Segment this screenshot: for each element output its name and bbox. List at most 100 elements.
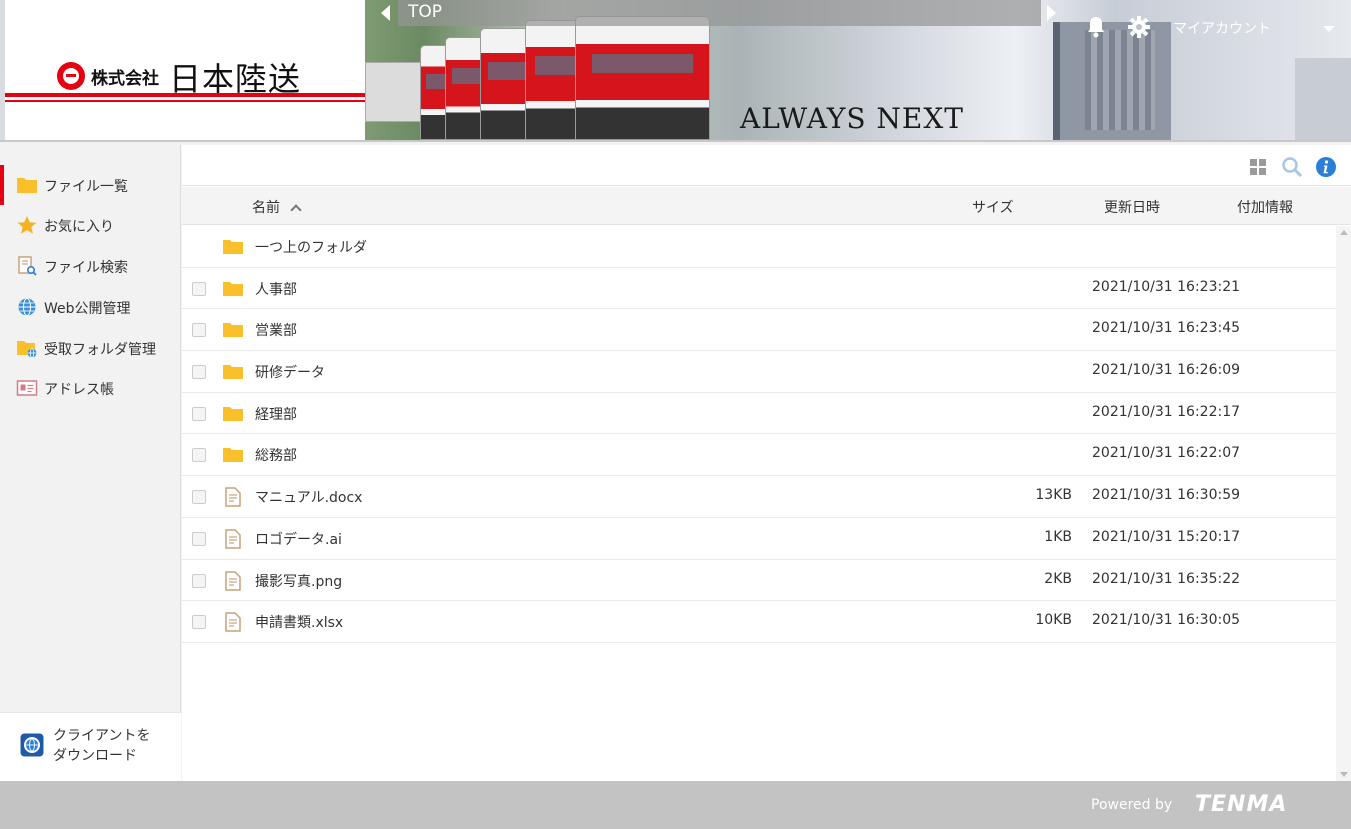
row-checkbox[interactable] <box>192 448 206 463</box>
breadcrumb-current: TOP <box>408 2 443 22</box>
row-checkbox[interactable] <box>192 573 206 588</box>
sidebar-item-web-publish[interactable]: Web公開管理 <box>0 287 181 327</box>
row-name: 申請書類.xlsx <box>255 615 344 632</box>
table-row[interactable]: 総務部 2021/10/31 16:22:07 <box>182 434 1336 477</box>
banner-trailer <box>365 62 423 122</box>
row-updated: 2021/10/31 16:22:07 <box>1092 445 1241 462</box>
row-checkbox[interactable] <box>192 531 206 546</box>
logo-mark-icon <box>57 62 85 90</box>
table-row[interactable]: 申請書類.xlsx 10KB 2021/10/31 16:30:05 <box>182 601 1336 643</box>
vertical-scrollbar[interactable] <box>1336 226 1351 781</box>
row-updated: 2021/10/31 16:30:59 <box>1092 487 1241 504</box>
sidebar-item-label: ファイル一覧 <box>44 179 128 195</box>
sidebar-item-label: アドレス帳 <box>44 382 114 398</box>
sidebar-item-file-search[interactable]: ファイル検索 <box>0 246 181 286</box>
column-size-header[interactable]: サイズ <box>972 197 1014 217</box>
column-extra-info-header[interactable]: 付加情報 <box>1237 197 1293 217</box>
row-name: 撮影写真.png <box>255 573 343 590</box>
file-icon <box>225 487 241 507</box>
row-name: 経理部 <box>255 406 297 423</box>
gear-icon[interactable] <box>1128 16 1150 38</box>
table-row[interactable]: 経理部 2021/10/31 16:22:17 <box>182 393 1336 435</box>
sort-ascending-icon <box>290 204 302 216</box>
scroll-down-arrow-icon[interactable] <box>1340 772 1348 777</box>
toolbar <box>182 145 1351 186</box>
powered-by-label: Powered by <box>1091 797 1173 813</box>
row-updated: 2021/10/31 16:23:45 <box>1092 320 1241 337</box>
sidebar-item-label: Web公開管理 <box>44 301 131 317</box>
folder-icon <box>223 406 243 421</box>
info-icon[interactable] <box>1315 156 1337 178</box>
column-name-label: 名前 <box>252 200 280 216</box>
parent-folder-row[interactable]: 一つ上のフォルダ <box>182 226 1336 268</box>
folder-icon <box>223 240 243 254</box>
row-name: ロゴデータ.ai <box>255 531 342 548</box>
sidebar-item-address-book[interactable]: アドレス帳 <box>0 368 181 408</box>
sidebar: ファイル一覧 お気に入り ファイル検索 Web公開管理 受取フォルダ管理 アドレ… <box>0 145 181 781</box>
row-updated: 2021/10/31 16:22:17 <box>1092 403 1241 420</box>
header-banner: ALWAYS NEXT TOP マイアカウント <box>365 0 1351 140</box>
receive-folder-icon <box>17 341 37 358</box>
column-updated-header[interactable]: 更新日時 <box>1104 197 1160 217</box>
folder-icon <box>223 365 243 380</box>
row-updated: 2021/10/31 16:35:22 <box>1092 570 1241 587</box>
table-row[interactable]: 撮影写真.png 2KB 2021/10/31 16:35:22 <box>182 560 1336 602</box>
row-checkbox[interactable] <box>192 281 206 296</box>
table-row[interactable]: マニュアル.docx 13KB 2021/10/31 16:30:59 <box>182 476 1336 518</box>
parent-folder-label: 一つ上のフォルダ <box>255 240 367 256</box>
row-updated: 2021/10/31 15:20:17 <box>1092 528 1241 545</box>
address-card-icon <box>16 380 38 396</box>
client-download-button[interactable]: クライアントを ダウンロード <box>0 712 181 781</box>
sidebar-item-label: ファイル検索 <box>44 260 128 276</box>
sidebar-item-receive-folder[interactable]: 受取フォルダ管理 <box>0 328 181 368</box>
grid-view-icon[interactable] <box>1247 156 1269 178</box>
row-checkbox[interactable] <box>192 406 206 421</box>
sidebar-item-favorites[interactable]: お気に入り <box>0 205 181 245</box>
banner-building-side <box>1295 58 1351 140</box>
row-name: マニュアル.docx <box>255 490 363 507</box>
breadcrumb[interactable]: TOP <box>398 0 1041 26</box>
file-search-icon <box>18 256 37 276</box>
search-icon[interactable] <box>1281 156 1303 178</box>
scroll-up-arrow-icon[interactable] <box>1340 230 1348 235</box>
column-name-header[interactable]: 名前 <box>252 197 302 217</box>
sidebar-item-label: 受取フォルダ管理 <box>44 342 156 358</box>
sidebar-item-label: お気に入り <box>44 219 114 235</box>
file-icon <box>225 612 241 632</box>
folder-icon <box>223 281 243 296</box>
banner-truck <box>575 16 710 140</box>
my-account-menu[interactable]: マイアカウント <box>1173 18 1271 38</box>
client-download-line2: ダウンロード <box>53 748 137 764</box>
row-checkbox[interactable] <box>192 365 206 380</box>
footer: Powered by TENMA <box>0 781 1351 829</box>
table-header: 名前 サイズ 更新日時 付加情報 <box>182 187 1351 225</box>
table-row[interactable]: 研修データ 2021/10/31 16:26:09 <box>182 351 1336 393</box>
row-checkbox[interactable] <box>192 615 206 630</box>
chevron-down-icon[interactable] <box>1323 26 1335 32</box>
row-name: 研修データ <box>255 365 325 382</box>
file-icon <box>225 529 241 549</box>
table-row[interactable]: 人事部 2021/10/31 16:23:21 <box>182 268 1336 310</box>
folder-icon <box>17 178 37 193</box>
table-row[interactable]: 営業部 2021/10/31 16:23:45 <box>182 309 1336 352</box>
globe-icon <box>18 298 36 316</box>
logo-prefix: 株式会社 <box>91 69 159 89</box>
row-name: 人事部 <box>255 281 297 298</box>
row-checkbox[interactable] <box>192 490 206 505</box>
row-name: 総務部 <box>255 448 297 465</box>
file-table-body: 一つ上のフォルダ 人事部 2021/10/31 16:23:21 営業部 2021/1… <box>182 226 1336 643</box>
path-back-arrow-icon[interactable] <box>381 5 390 21</box>
table-row[interactable]: ロゴデータ.ai 1KB 2021/10/31 15:20:17 <box>182 518 1336 560</box>
row-updated: 2021/10/31 16:30:05 <box>1092 612 1241 629</box>
client-download-line1: クライアントを <box>53 728 151 744</box>
banner-slogan: ALWAYS NEXT <box>740 102 964 135</box>
header: 株式会社 日本陸送 ALWAYS NEXT TOP マイアカウント <box>0 0 1351 142</box>
sidebar-item-file-list[interactable]: ファイル一覧 <box>0 165 181 205</box>
client-download-label: クライアントを ダウンロード <box>53 726 150 766</box>
path-forward-arrow-icon[interactable] <box>1047 5 1056 21</box>
row-size: 1KB <box>1044 528 1072 545</box>
company-logo[interactable]: 株式会社 日本陸送 <box>5 0 365 140</box>
logo-stripe-thin <box>5 100 365 102</box>
row-checkbox[interactable] <box>192 323 206 338</box>
bell-icon[interactable] <box>1086 16 1106 38</box>
